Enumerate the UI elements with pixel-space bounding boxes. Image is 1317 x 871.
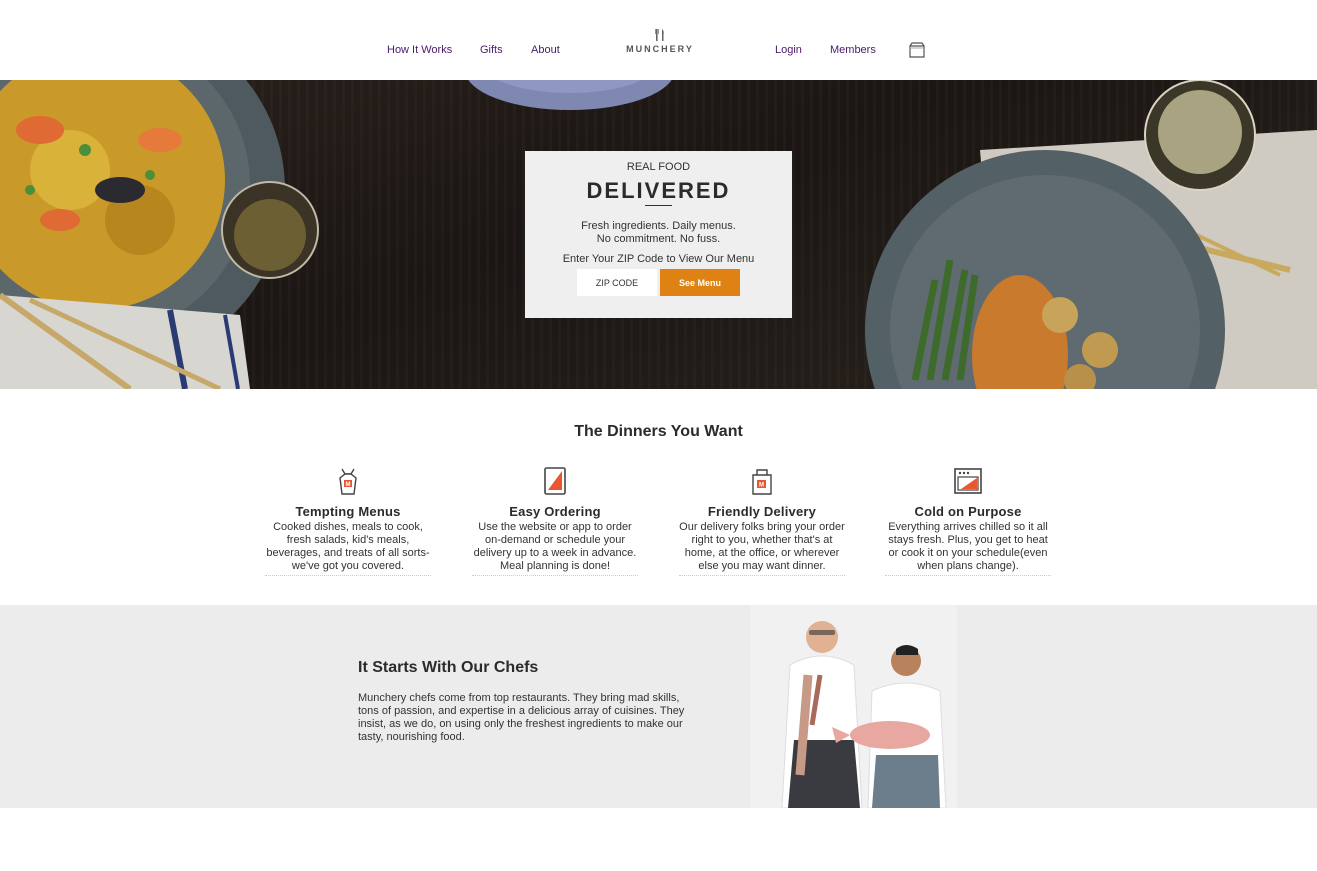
nav-how-it-works[interactable]: How It Works (387, 44, 452, 56)
fork-knife-logo-icon (655, 29, 664, 41)
see-menu-button[interactable]: See Menu (660, 269, 740, 296)
site-header: How It Works Gifts About MUNCHERY Login … (0, 0, 1317, 80)
feature-friendly-delivery: M Friendly Delivery Our delivery folks b… (679, 466, 845, 576)
promo-divider (645, 205, 672, 206)
feature-desc: Use the website or app to order on-deman… (472, 521, 638, 576)
promo-kicker: REAL FOOD (626, 161, 691, 173)
svg-text:M: M (759, 483, 764, 489)
nav-about[interactable]: About (531, 44, 560, 56)
delivery-bag-icon: M (752, 469, 772, 495)
feature-title: Easy Ordering (509, 504, 601, 519)
chefs-body: Munchery chefs come from top restaurants… (358, 692, 685, 743)
oven-icon (954, 468, 982, 494)
tablet-icon (544, 467, 566, 495)
promo-tagline-1: Fresh ingredients. Daily menus. (581, 220, 736, 232)
logo-wordmark: MUNCHERY (626, 44, 694, 54)
chefs-heading: It Starts With Our Chefs (358, 659, 539, 676)
apron-icon: M (339, 468, 357, 495)
nav-members[interactable]: Members (830, 44, 876, 56)
zip-code-input[interactable] (577, 269, 657, 296)
feature-desc: Everything arrives chilled so it all sta… (885, 521, 1051, 576)
shopping-bag-icon[interactable] (908, 42, 926, 58)
nav-login[interactable]: Login (775, 44, 802, 56)
zip-promo-card: REAL FOOD DELIVERED Fresh ingredients. D… (525, 151, 792, 318)
promo-tagline-2: No commitment. No fuss. (596, 233, 721, 245)
hero-banner: REAL FOOD DELIVERED Fresh ingredients. D… (0, 80, 1317, 389)
zip-prompt: Enter Your ZIP Code to View Our Menu (562, 253, 755, 265)
nav-gifts[interactable]: Gifts (480, 44, 503, 56)
feature-desc: Our delivery folks bring your order righ… (679, 521, 845, 576)
feature-desc: Cooked dishes, meals to cook, fresh sala… (265, 521, 431, 576)
promo-headline: DELIVERED (586, 178, 731, 203)
feature-title: Cold on Purpose (914, 504, 1022, 519)
svg-text:M: M (346, 482, 351, 488)
feature-easy-ordering: Easy Ordering Use the website or app to … (472, 466, 638, 576)
feature-title: Friendly Delivery (707, 504, 817, 519)
chefs-section: It Starts With Our Chefs Munchery chefs … (0, 605, 1317, 808)
munchery-logo[interactable]: MUNCHERY (620, 28, 700, 58)
feature-title: Tempting Menus (295, 504, 401, 519)
feature-tempting-menus: M Tempting Menus Cooked dishes, meals to… (265, 466, 431, 576)
feature-cold-on-purpose: Cold on Purpose Everything arrives chill… (885, 466, 1051, 576)
chefs-illustration (781, 621, 947, 808)
chefs-photo (750, 605, 957, 808)
dinners-heading: The Dinners You Want (574, 423, 743, 440)
